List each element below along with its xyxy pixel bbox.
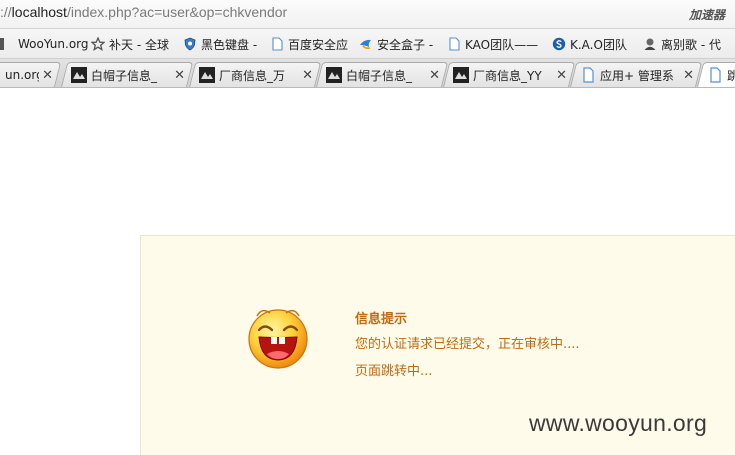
bookmark-item[interactable]: K.A.O团队	[552, 29, 627, 58]
wooyun-icon	[71, 67, 87, 83]
url-host: localhost	[11, 4, 67, 20]
tab-active[interactable]: 跳	[696, 62, 735, 87]
page-icon	[449, 37, 460, 51]
bookmark-item[interactable]: 黑色键盘 -	[183, 29, 258, 58]
bookmark-item[interactable]: 补天 - 全球	[91, 29, 169, 58]
bookmark-label: 补天 - 全球	[109, 37, 169, 52]
notice-title: 信息提示	[355, 312, 408, 327]
bookmark-item[interactable]: 安全盒子 -	[359, 29, 434, 58]
s-icon	[552, 37, 566, 51]
bird-icon	[360, 39, 371, 50]
close-icon[interactable]: ✕	[429, 68, 440, 83]
tab[interactable]: 白帽子信息_ ✕	[315, 62, 449, 87]
wooyun-icon	[199, 67, 215, 83]
bookmarks-bar: WooYun.org 补天 - 全球 黑色键盘 - 百度安全应 安全盒子 - K…	[0, 29, 735, 59]
wooyun-icon	[453, 67, 469, 83]
page-icon	[272, 37, 283, 51]
tab-label: 白帽子信息_	[346, 68, 413, 83]
tab[interactable]: un.org ✕	[0, 62, 62, 87]
bookmark-label: K.A.O团队	[570, 37, 627, 52]
close-icon[interactable]: ✕	[42, 68, 53, 83]
tab-label: 厂商信息_万	[219, 68, 286, 83]
bookmark-item[interactable]: 离别歌 - 代	[643, 29, 721, 58]
close-icon[interactable]: ✕	[683, 68, 694, 83]
bookmark-label: 黑色键盘 -	[201, 37, 258, 52]
address-bar[interactable]: ://localhost/index.php?ac=user&op=chkven…	[0, 0, 735, 29]
avatar-icon	[644, 38, 656, 50]
page-content: 信息提示 您的认证请求已经提交，正在审核中.... 页面跳转中... www.w…	[0, 88, 735, 455]
wooyun-icon	[0, 38, 4, 50]
bookmark-label: WooYun.org	[18, 37, 89, 51]
bookmark-label: 安全盒子 -	[377, 37, 434, 52]
close-icon[interactable]: ✕	[174, 68, 185, 83]
star-icon	[91, 37, 105, 51]
tab-label: 应用+ 管理系	[600, 68, 674, 83]
tab[interactable]: 厂商信息_万 ✕	[188, 62, 322, 87]
notice-message: 您的认证请求已经提交，正在审核中....	[355, 337, 580, 352]
page-icon	[583, 67, 594, 83]
bookmark-label: 百度安全应	[288, 37, 349, 52]
tab[interactable]: 应用+ 管理系 ✕	[569, 62, 703, 87]
redirect-message: 页面跳转中...	[355, 364, 433, 379]
tab-label: un.org	[4, 68, 40, 82]
bookmark-label: 离别歌 - 代	[661, 37, 721, 52]
page-icon	[710, 67, 721, 83]
url-path: /index.php?ac=user&op=chkvendor	[66, 4, 288, 20]
notice-box: 信息提示 您的认证请求已经提交，正在审核中.... 页面跳转中... www.w…	[140, 235, 735, 455]
bookmark-label: KAO团队——	[465, 37, 539, 52]
tab[interactable]: 厂商信息_YY ✕	[442, 62, 576, 87]
wooyun-icon	[326, 67, 342, 83]
laughing-face-icon	[248, 309, 308, 369]
tab-strip: un.org ✕ 白帽子信息_ ✕ 厂商信息_万 ✕ 白帽子信息_ ✕ 厂商信息_YY ✕…	[0, 59, 735, 88]
url-field[interactable]: ://localhost/index.php?ac=user&op=chkven…	[0, 4, 287, 20]
close-icon[interactable]: ✕	[556, 68, 567, 83]
close-icon[interactable]: ✕	[302, 68, 313, 83]
tab[interactable]: 白帽子信息_ ✕	[60, 62, 194, 87]
accelerator-button[interactable]: 加速器	[689, 6, 725, 23]
bookmark-item[interactable]: KAO团队——	[447, 29, 539, 58]
tab-label: 白帽子信息_	[91, 68, 158, 83]
url-prefix: ://	[0, 4, 12, 20]
bookmark-item[interactable]: 百度安全应	[270, 29, 349, 58]
watermark: www.wooyun.org	[529, 410, 708, 436]
tab-label: 厂商信息_YY	[473, 68, 542, 83]
shield-icon	[184, 37, 196, 51]
bookmark-item[interactable]: WooYun.org	[0, 29, 89, 58]
tab-label: 跳	[727, 68, 735, 83]
